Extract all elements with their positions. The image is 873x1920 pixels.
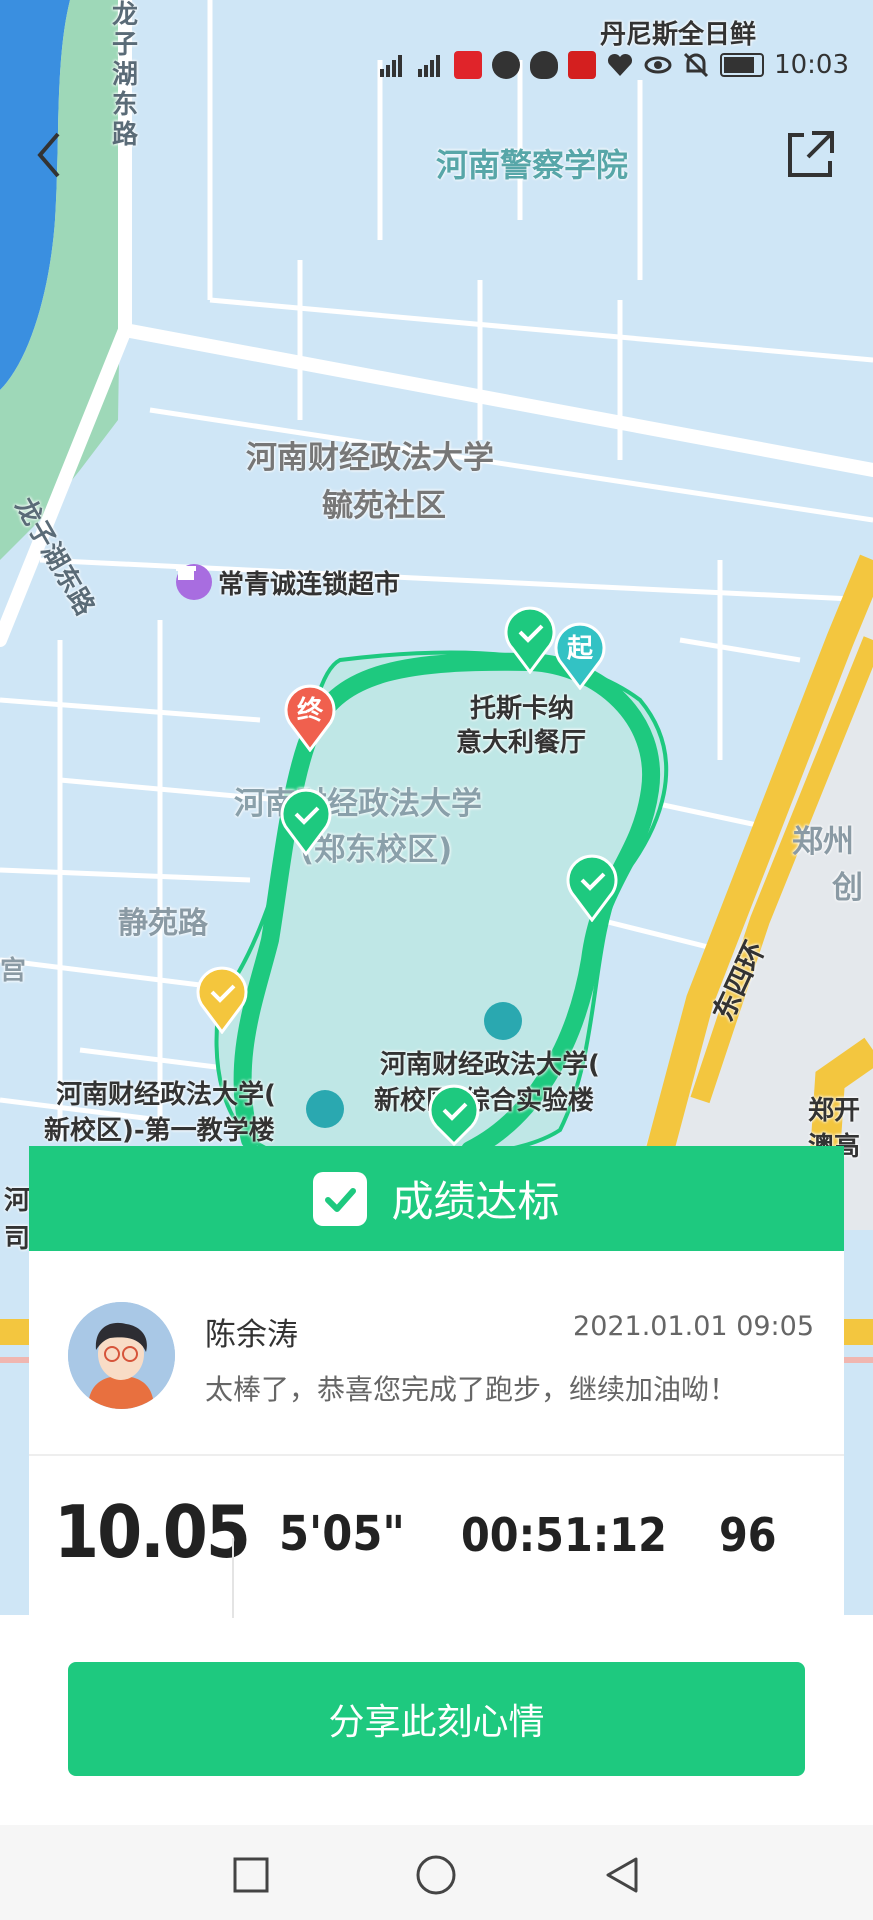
eye-icon — [644, 51, 672, 79]
back-icon — [606, 1857, 638, 1893]
map-label-police-college: 河南警察学院 — [436, 146, 629, 184]
map-label-building: 新校区)-第一教学楼 — [44, 1116, 275, 1146]
map-label-place: 郑州 — [792, 824, 854, 860]
avatar — [68, 1302, 175, 1409]
divider — [232, 1538, 234, 1618]
start-marker[interactable]: 起 — [552, 620, 608, 690]
map-label-market: 常青诚连锁超市 — [218, 570, 401, 600]
home-button[interactable] — [396, 1835, 476, 1915]
map-label-community: 河南财经政法大学 — [246, 440, 494, 476]
building-icon — [484, 1002, 522, 1040]
map-label-restaurant: 托斯卡纳 — [470, 694, 575, 724]
mute-icon — [682, 51, 710, 79]
chevron-left-icon — [37, 132, 60, 178]
status-time: 10:03 — [774, 50, 849, 80]
user-name: 陈余涛 — [205, 1317, 298, 1353]
distance-value: 10.05 — [54, 1490, 251, 1574]
result-datetime: 2021.01.01 09:05 — [573, 1311, 814, 1342]
status-bar: 10:03 — [378, 40, 849, 90]
result-title: 成绩达标 — [391, 1177, 560, 1226]
checkpoint-marker[interactable] — [194, 964, 250, 1034]
map-label-place: 宫 — [0, 956, 27, 986]
divider — [29, 1454, 844, 1456]
map-label-road: 静苑路 — [118, 906, 208, 941]
map-label-building: 河南财经政法大学( — [56, 1080, 276, 1110]
home-icon — [416, 1855, 456, 1895]
stat-value: 96 — [719, 1508, 777, 1562]
checkpoint-marker[interactable] — [502, 604, 558, 674]
map-label-place: 河 — [4, 1186, 31, 1216]
map-label-community: 毓苑社区 — [322, 488, 446, 524]
map-label-restaurant: 意大利餐厅 — [456, 728, 587, 758]
map-label-road: 龙子湖东路 — [112, 0, 139, 150]
qq-icon — [530, 51, 559, 79]
map-label-building: 新校区)综合实验楼 — [374, 1086, 594, 1116]
share-button[interactable] — [775, 120, 845, 190]
pace-value: 5'05" — [279, 1506, 405, 1562]
map-label-place: 郑开 — [808, 1096, 861, 1126]
heart-rate-icon — [606, 51, 634, 79]
duration-value: 00:51:12 — [461, 1508, 667, 1562]
signal-icon — [378, 51, 406, 79]
zhihu-icon — [568, 51, 597, 79]
recent-apps-icon — [233, 1857, 269, 1893]
checkpoint-marker[interactable] — [278, 786, 334, 856]
building-icon — [306, 1090, 344, 1128]
end-marker-label: 终 — [296, 696, 323, 726]
map-label-building: 河南财经政法大学( — [380, 1050, 600, 1080]
result-card: 成绩达标 陈余涛 2021.01.01 09:05 太棒了，恭喜您完成了跑步，继… — [29, 1146, 844, 1618]
result-header: 成绩达标 — [29, 1146, 844, 1251]
recent-apps-button[interactable] — [211, 1835, 291, 1915]
tmall-icon — [454, 51, 483, 79]
battery-icon — [720, 53, 765, 77]
shop-icon — [176, 564, 212, 600]
end-marker[interactable]: 终 — [282, 682, 338, 752]
back-button[interactable] — [14, 120, 84, 190]
check-icon — [313, 1171, 368, 1226]
share-icon — [788, 131, 834, 177]
start-marker-label: 起 — [566, 634, 593, 664]
nav-back-button[interactable] — [582, 1835, 662, 1915]
checkpoint-marker[interactable] — [426, 1082, 482, 1146]
share-mood-button[interactable]: 分享此刻心情 — [68, 1662, 805, 1776]
map-label-place: 创 — [832, 870, 863, 906]
direction-icon — [492, 51, 521, 79]
signal-icon — [416, 51, 444, 79]
nav-bar — [0, 1825, 873, 1920]
map-label-campus: 河南财经政法大学 — [234, 786, 482, 822]
checkpoint-marker[interactable] — [564, 852, 620, 922]
map-label-place: 司 — [4, 1224, 31, 1254]
congrats-message: 太棒了，恭喜您完成了跑步，继续加油呦！ — [205, 1373, 738, 1406]
